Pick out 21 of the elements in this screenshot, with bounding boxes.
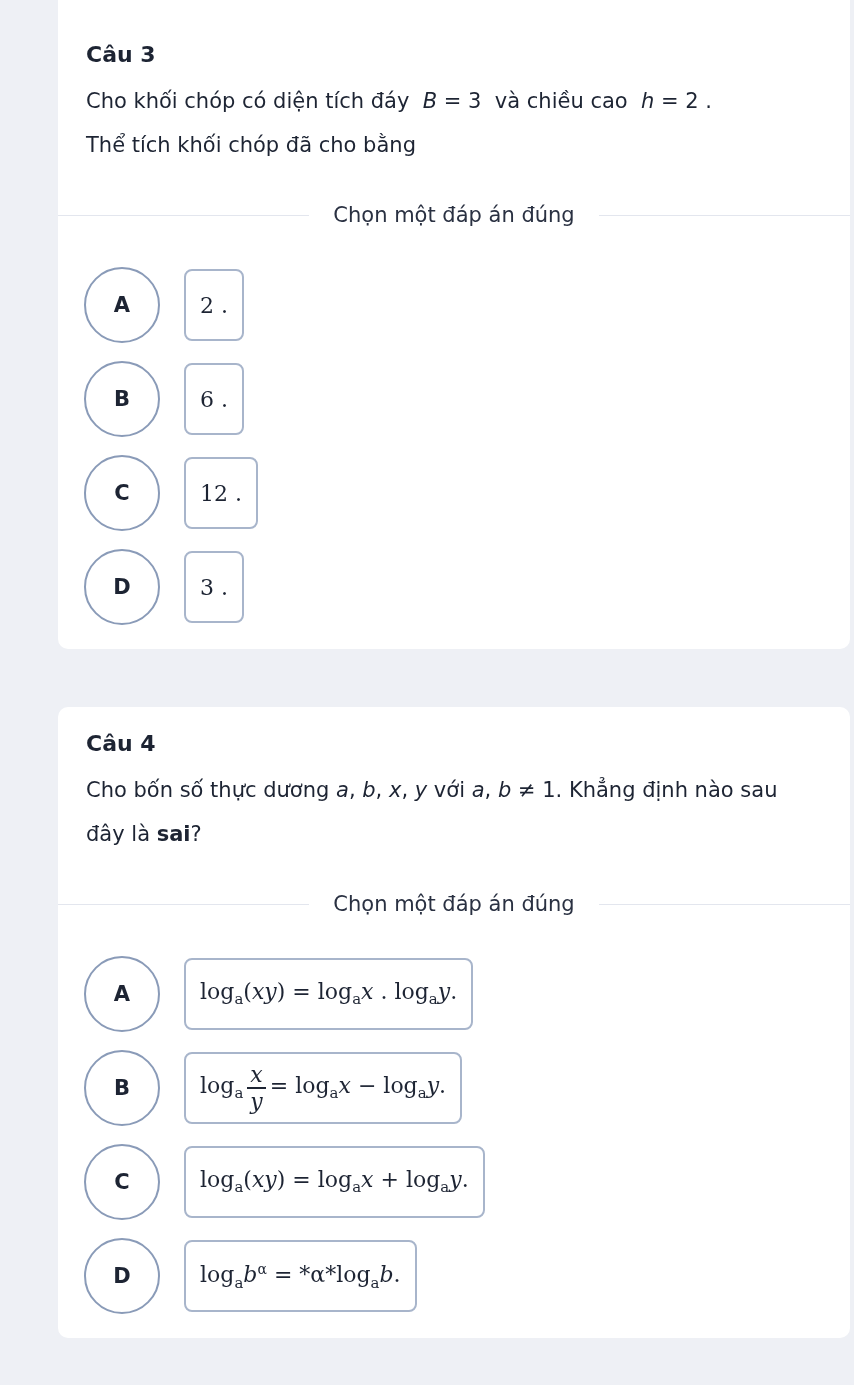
option-letter[interactable]: D	[84, 1238, 160, 1314]
question-text: Cho khối chóp có diện tích đáy B = 3 và chiều cao h = 2 . Thể tích khối chóp đã cho bằng	[85, 88, 713, 159]
option-letter[interactable]: B	[84, 361, 160, 437]
option-letter[interactable]: A	[84, 267, 160, 343]
question-title: Câu 3	[85, 42, 157, 67]
answer-option[interactable]: log$_{a}$(xy) = log$_{a}$x . log$_{a}$y.	[184, 958, 474, 1030]
instruction-text: Chọn một đáp án đúng	[333, 892, 575, 916]
question-text: Cho bốn số thực dương a, b, x, y với a, b ≠ 1. Khẳng định nào sau đây là sai?	[85, 776, 779, 848]
option-letter[interactable]: D	[84, 549, 160, 625]
option-letter[interactable]: C	[84, 1144, 160, 1220]
answer-option[interactable]: 12 .	[184, 457, 258, 529]
question-title: Câu 4	[85, 731, 157, 756]
option-letter[interactable]: A	[84, 956, 160, 1032]
answer-option[interactable]: 3 .	[184, 551, 244, 623]
answer-option[interactable]: 6 .	[184, 363, 244, 435]
answer-option[interactable]: 2 .	[184, 269, 244, 341]
answer-option[interactable]: log$_{a}$b$^{α}$ = *α*log$_{a}$b.	[184, 1240, 417, 1312]
answer-option[interactable]: log$_{a}$(xy) = log$_{a}$x + log$_{a}$y.	[184, 1146, 485, 1218]
option-letter[interactable]: C	[84, 455, 160, 531]
option-letter[interactable]: B	[84, 1050, 160, 1126]
instruction-text: Chọn một đáp án đúng	[333, 203, 575, 227]
